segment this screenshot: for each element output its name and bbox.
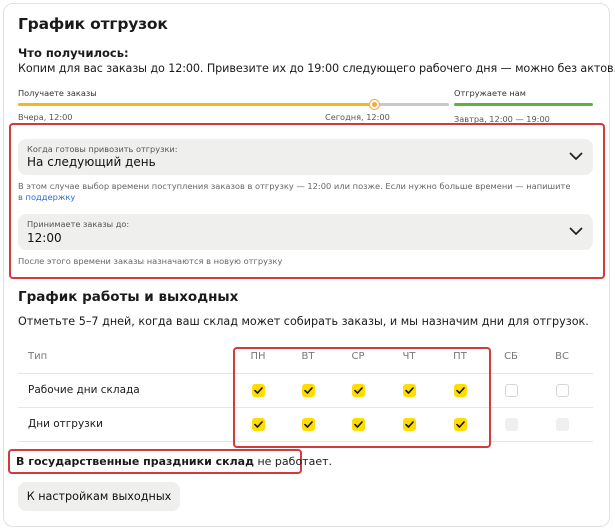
shipment-day-label: Когда готовы привозить отгрузки:: [27, 144, 178, 154]
shipment-day-checkbox-6: [556, 418, 569, 431]
holiday-note: В государственные праздники склад не раб…: [16, 455, 332, 468]
support-link[interactable]: поддержку: [26, 192, 76, 202]
shipment-day-hint-prefix: в: [18, 192, 23, 202]
shipment-day-checkbox-5: [505, 418, 518, 431]
timeline-to-time: Сегодня, 12:00: [325, 112, 390, 122]
cutoff-time-hint: После этого времени заказы назначаются в…: [18, 256, 283, 266]
warehouse-day-checkbox-6[interactable]: [556, 384, 569, 397]
timeline-receive-label: Получаете заказы: [18, 88, 97, 98]
holiday-note-bold: В государственные праздники склад: [16, 455, 254, 468]
cutoff-time-select[interactable]: Принимаете заказы до: 12:00: [18, 214, 593, 250]
timeline-from-time: Вчера, 12:00: [18, 112, 73, 122]
result-text: Копим для вас заказы до 12:00. Привезите…: [18, 62, 615, 75]
shipment-day-hint: В этом случае выбор времени поступления …: [18, 181, 571, 191]
chevron-down-icon: [569, 227, 583, 235]
row-label-warehouse-days: Рабочие дни склада: [28, 384, 140, 396]
timeline-gap-bar: [377, 103, 449, 106]
page-title: График отгрузок: [18, 15, 168, 33]
warehouse-day-checkbox-5[interactable]: [505, 384, 518, 397]
cutoff-time-value: 12:00: [27, 231, 62, 245]
day-header-5: СБ: [504, 351, 518, 362]
shipment-day-select[interactable]: Когда готовы привозить отгрузки: На след…: [18, 139, 593, 175]
timeline-ship-bar: [454, 103, 593, 106]
holiday-note-rest: не работает.: [253, 455, 332, 468]
timeline-now-marker: [370, 100, 379, 109]
weekend-settings-button[interactable]: К настройкам выходных: [18, 482, 180, 511]
type-column-header: Тип: [28, 351, 48, 362]
chevron-down-icon: [569, 152, 583, 160]
shipment-day-value: На следующий день: [27, 155, 156, 169]
weekdays-highlight: [233, 347, 491, 448]
day-header-6: ВС: [555, 351, 569, 362]
timeline-receive-bar: [18, 103, 374, 106]
shipment-day-hint-link-line: в поддержку: [18, 192, 75, 202]
schedule-title: График работы и выходных: [18, 289, 239, 305]
cutoff-time-label: Принимаете заказы до:: [27, 219, 130, 229]
row-label-shipment-days: Дни отгрузки: [28, 418, 103, 430]
schedule-subtitle: Отметьте 5–7 дней, когда ваш склад может…: [18, 315, 589, 328]
timeline-ship-label: Отгружаете нам: [454, 88, 526, 98]
result-label: Что получилось:: [18, 46, 129, 60]
